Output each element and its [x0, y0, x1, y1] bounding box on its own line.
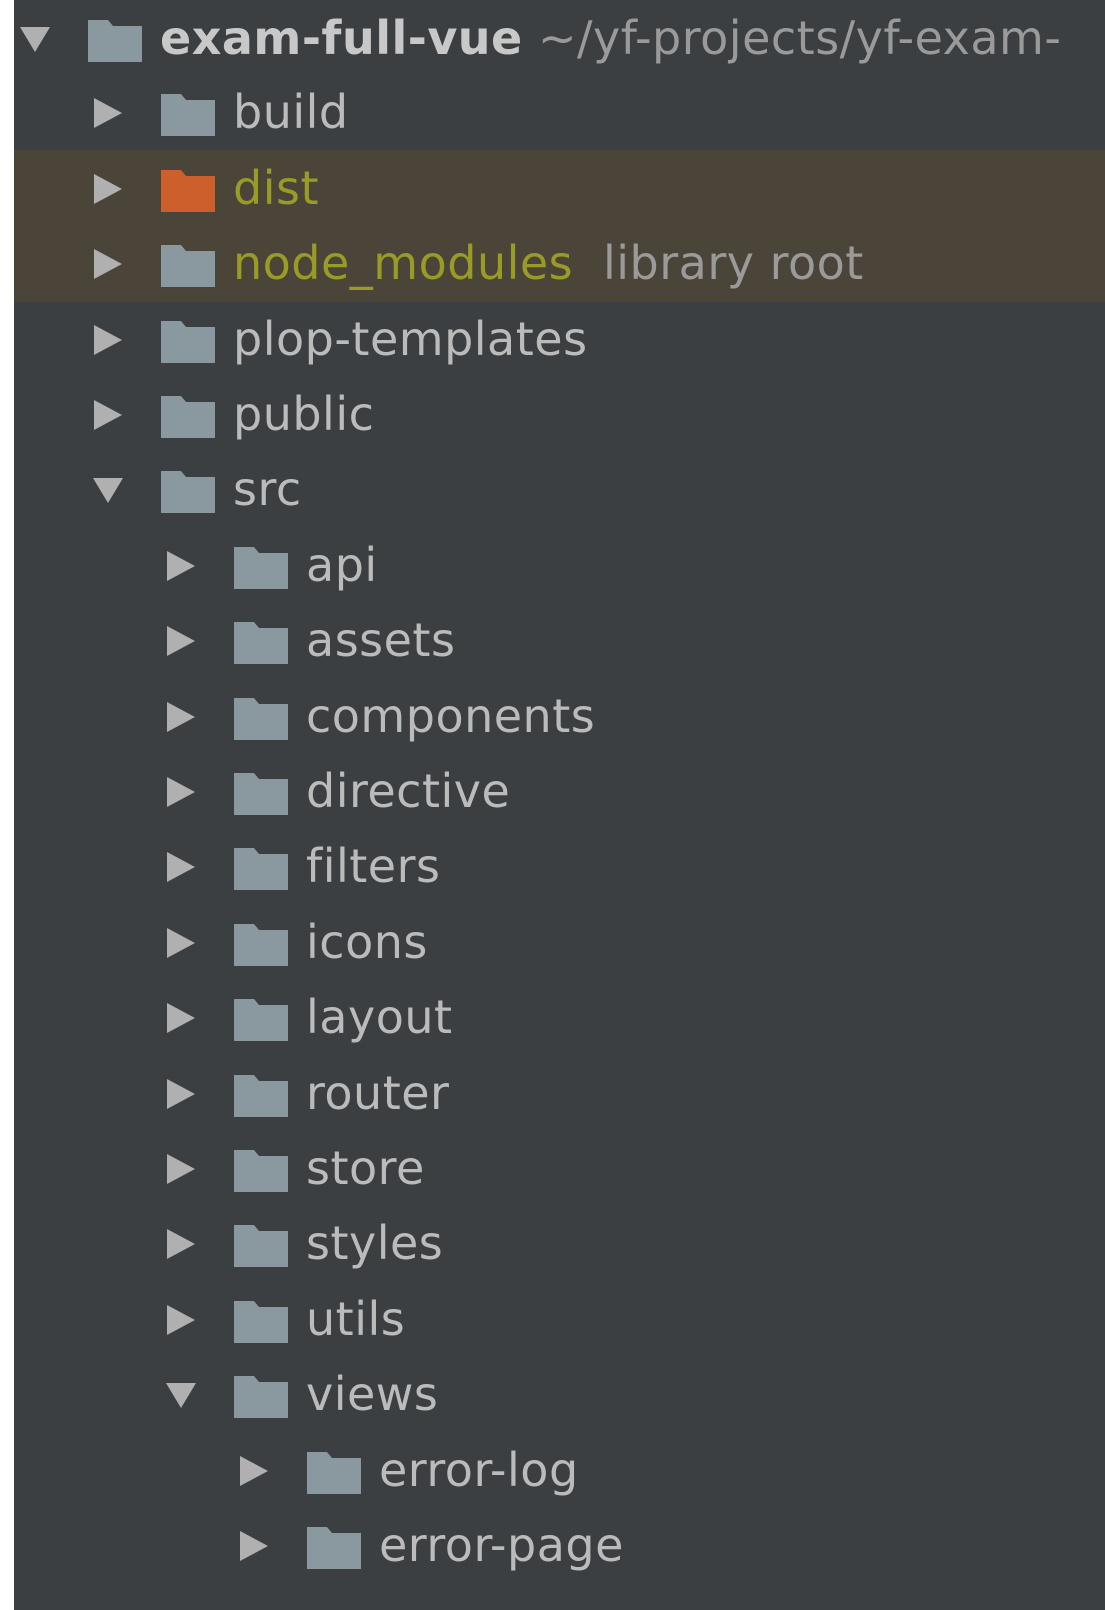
folder-icon [159, 319, 217, 365]
tree-item-label: src [233, 462, 302, 517]
folder-icon [232, 696, 290, 742]
tree-row-components[interactable]: components [14, 678, 1105, 755]
triangle-right-icon[interactable] [164, 1228, 198, 1260]
tree-item-label: plop-templates [233, 311, 588, 366]
triangle-right-icon[interactable] [164, 1153, 198, 1185]
folder-icon [232, 545, 290, 591]
folder-icon [232, 1374, 290, 1420]
tree-row-error-log[interactable]: error-log [14, 1432, 1105, 1509]
folder-icon [159, 469, 217, 515]
triangle-down-icon[interactable] [18, 23, 52, 55]
tree-item-label: icons [306, 914, 428, 969]
tree-row-router[interactable]: router [14, 1055, 1105, 1132]
tree-item-label: utils [306, 1291, 406, 1346]
triangle-right-icon[interactable] [164, 701, 198, 733]
tree-row-styles[interactable]: styles [14, 1205, 1105, 1282]
tree-item-label: store [306, 1141, 425, 1195]
tree-item-label: node_modules [233, 236, 574, 291]
tree-item-label: filters [306, 839, 441, 894]
tree-row-src[interactable]: src [14, 451, 1105, 528]
folder-icon [305, 1525, 363, 1571]
tree-row-filters[interactable]: filters [14, 828, 1105, 905]
tree-item-label: layout [306, 990, 453, 1045]
folder-icon [232, 1148, 290, 1194]
folder-icon [232, 1073, 290, 1119]
folder-icon [159, 92, 217, 138]
tree-item-label: error-log [379, 1442, 579, 1497]
triangle-right-icon[interactable] [237, 1530, 271, 1562]
tree-row-store[interactable]: store [14, 1130, 1105, 1207]
triangle-right-icon[interactable] [164, 625, 198, 657]
tree-item-label: styles [306, 1216, 444, 1271]
triangle-right-icon[interactable] [164, 851, 198, 883]
triangle-right-icon[interactable] [91, 173, 125, 205]
tree-item-label: public [233, 387, 375, 441]
triangle-right-icon[interactable] [164, 776, 198, 808]
triangle-right-icon[interactable] [91, 324, 125, 356]
tree-item-label: directive [306, 764, 511, 818]
triangle-right-icon[interactable] [237, 1455, 271, 1487]
tree-row-utils[interactable]: utils [14, 1281, 1105, 1358]
triangle-down-icon[interactable] [91, 474, 125, 506]
tree-row-api[interactable]: api [14, 527, 1105, 604]
triangle-down-icon[interactable] [164, 1379, 198, 1411]
tree-item-label: router [306, 1065, 450, 1120]
triangle-right-icon[interactable] [91, 97, 125, 129]
project-root-name: exam-full-vue [160, 11, 523, 65]
tree-row-exam-full-vue[interactable]: exam-full-vue ~/yf-projects/yf-exam- [14, 0, 1105, 77]
tree-row-icons[interactable]: icons [14, 904, 1105, 981]
folder-icon [232, 846, 290, 892]
folder-icon [159, 394, 217, 440]
project-root-path: ~/yf-projects/yf-exam- [538, 11, 1062, 65]
triangle-right-icon[interactable] [164, 550, 198, 582]
triangle-right-icon[interactable] [91, 248, 125, 280]
tree-item-label: api [306, 537, 378, 592]
folder-icon [232, 771, 290, 817]
tree-row-node_modules[interactable]: node_modules library root [14, 225, 1105, 303]
folder-icon [232, 922, 290, 968]
tree-row-public[interactable]: public [14, 376, 1105, 453]
folder-icon [305, 1450, 363, 1496]
triangle-right-icon[interactable] [164, 1078, 198, 1110]
tree-row-directive[interactable]: directive [14, 753, 1105, 830]
folder-icon [86, 18, 144, 64]
tree-row-assets[interactable]: assets [14, 602, 1105, 679]
tree-row-layout[interactable]: layout [14, 979, 1105, 1056]
tree-item-hint: library root [603, 236, 864, 291]
project-tree-panel: exam-full-vue ~/yf-projects/yf-exam- bui… [14, 0, 1105, 1610]
tree-item-label: components [306, 688, 596, 743]
tree-item-label: error-page [379, 1518, 624, 1572]
tree-item-label: assets [306, 613, 456, 668]
tree-row-views[interactable]: views [14, 1356, 1105, 1433]
tree-item-label: dist [233, 160, 319, 215]
triangle-right-icon[interactable] [164, 1304, 198, 1336]
tree-row-error-page[interactable]: error-page [14, 1507, 1105, 1584]
folder-icon [232, 1223, 290, 1269]
tree-item-label: views [306, 1367, 439, 1422]
tree-row-build[interactable]: build [14, 74, 1105, 151]
folder-icon [232, 1299, 290, 1345]
tree-row-dist[interactable]: dist [14, 149, 1105, 227]
folder-icon [159, 243, 217, 289]
folder-icon [232, 997, 290, 1043]
triangle-right-icon[interactable] [164, 1002, 198, 1034]
tree-row-plop-templates[interactable]: plop-templates [14, 301, 1105, 378]
triangle-right-icon[interactable] [164, 927, 198, 959]
triangle-right-icon[interactable] [91, 399, 125, 431]
tree-item-label: build [233, 85, 349, 140]
folder-icon [232, 620, 290, 666]
folder-icon [159, 168, 217, 214]
